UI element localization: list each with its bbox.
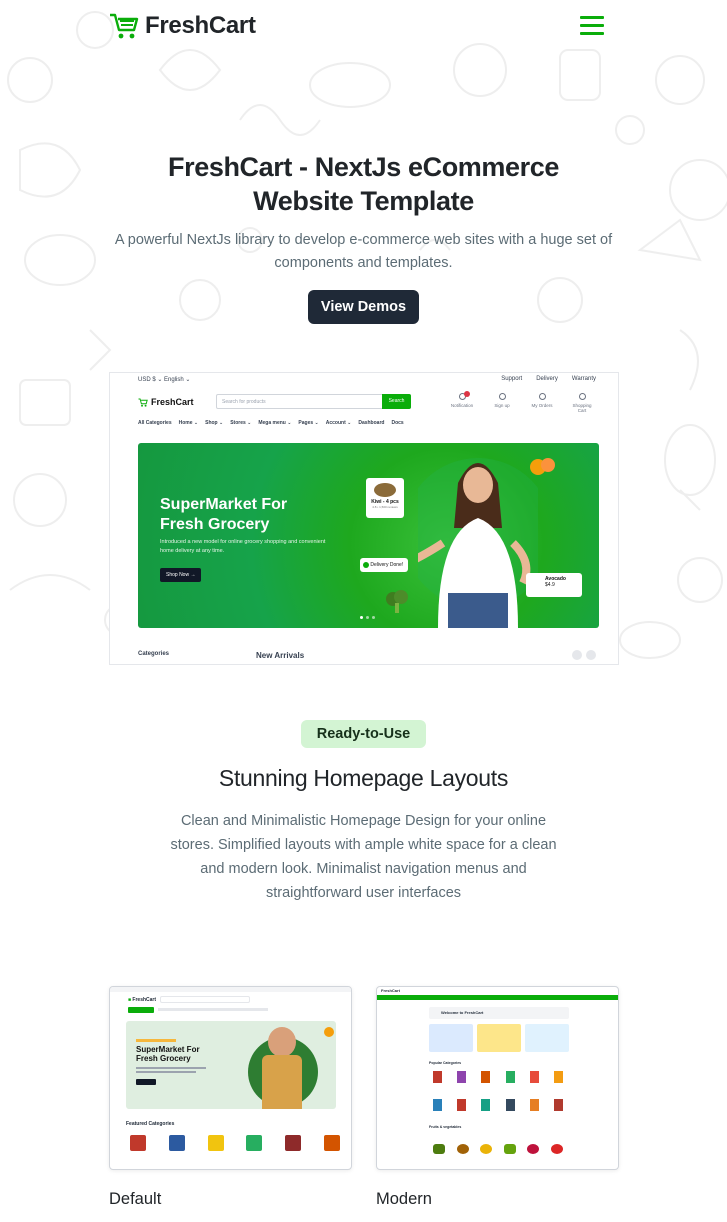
preview-header: FreshCart Search for products Search Not… — [138, 391, 596, 413]
preview-search: Search for products Search — [216, 394, 411, 409]
mini-fruits-label: Fruits & vegetables — [429, 1125, 462, 1129]
top-navbar: FreshCart — [0, 0, 727, 54]
search-button: Search — [382, 394, 411, 409]
mini-welcome: Welcome to FreshCart — [429, 1007, 569, 1019]
mini-category-row — [130, 1135, 340, 1157]
orders-icon: My Orders — [528, 393, 556, 413]
search-placeholder: Search for products — [222, 399, 266, 405]
mini-popular-label: Popular Categories — [429, 1061, 462, 1065]
cart-logo-icon — [138, 397, 148, 407]
mini-banner: SuperMarket For Fresh Grocery — [126, 1021, 336, 1109]
ready-to-use-badge: Ready-to-Use — [300, 720, 427, 748]
layout-title-modern[interactable]: Modern — [376, 1190, 432, 1209]
user-icon: Sign up — [488, 393, 516, 413]
hero-section: FreshCart - NextJs eCommerce Website Tem… — [0, 150, 727, 324]
mini-featured-label: Featured Categories — [126, 1121, 175, 1127]
chevron-left-icon — [572, 650, 582, 660]
preview-header-icons: Notification Sign up My Orders Shopping … — [448, 391, 596, 413]
mini-popular-row-1 — [433, 1071, 563, 1085]
preview-hero-banner: SuperMarket For Fresh Grocery Introduced… — [138, 443, 599, 628]
shopping-cart-logo-icon — [110, 13, 139, 39]
top-link: Support — [501, 376, 523, 382]
mini-logo: FreshCart — [381, 988, 400, 993]
banner-text: Introduced a new model for online grocer… — [160, 539, 326, 554]
hero-title: FreshCart - NextJs eCommerce Website Tem… — [168, 152, 559, 216]
oranges-illustration — [530, 458, 555, 475]
carousel-arrows — [572, 650, 596, 660]
hero-subtitle: A powerful NextJs library to develop e-c… — [114, 232, 613, 271]
shop-now-button: Shop Now → — [160, 568, 202, 582]
avocado-card: Avocado $4.9 — [526, 573, 582, 597]
new-arrivals-label: New Arrivals — [256, 651, 305, 660]
layout-title-default[interactable]: Default — [109, 1190, 161, 1209]
top-link: Delivery — [536, 376, 558, 382]
section-text: Clean and Minimalistic Homepage Design f… — [170, 813, 557, 901]
top-link: Warranty — [571, 376, 596, 382]
preview-logo-text: FreshCart — [151, 397, 194, 407]
mini-logo: ■ FreshCart — [128, 997, 157, 1003]
brand-logo[interactable]: FreshCart — [109, 12, 256, 40]
delivery-done-card: Delivery Done! — [360, 558, 408, 572]
preview-nav: All Categories Home ⌄ Shop ⌄ Stores ⌄ Mega … — [138, 420, 404, 426]
layout-card-default[interactable]: ■ FreshCart SuperMarket For Fresh Grocer… — [109, 986, 352, 1170]
mini-popular-row-2 — [433, 1099, 563, 1113]
preview-topbar: USD $ ⌄ English ⌄ Support Delivery Warra… — [138, 376, 596, 384]
layout-card-modern[interactable]: FreshCart Welcome to FreshCart Popular C… — [376, 986, 619, 1170]
categories-label: Categories — [138, 651, 170, 657]
mini-fruits-row — [433, 1139, 563, 1159]
layouts-intro-section: Ready-to-Use Stunning Homepage Layouts C… — [0, 720, 727, 905]
currency-language: USD $ ⌄ English ⌄ — [138, 377, 191, 383]
banner-title: SuperMarket For Fresh Grocery — [160, 496, 288, 533]
woman-illustration — [418, 458, 538, 628]
kiwi-card: Kiwi - 4 pcs 4.8 • 1,500 reviews — [366, 478, 404, 518]
preview-logo: FreshCart — [138, 397, 194, 407]
cart-icon: Shopping Cart — [568, 393, 596, 413]
broccoli-illustration — [386, 590, 408, 613]
template-preview: USD $ ⌄ English ⌄ Support Delivery Warra… — [109, 372, 619, 665]
view-demos-button[interactable]: View Demos — [307, 290, 420, 324]
bell-icon: Notification — [448, 391, 476, 413]
section-title: Stunning Homepage Layouts — [218, 765, 509, 791]
chevron-right-icon — [586, 650, 596, 660]
brand-name: FreshCart — [145, 12, 256, 39]
carousel-dots — [360, 616, 375, 619]
hamburger-menu-icon[interactable] — [580, 16, 604, 36]
